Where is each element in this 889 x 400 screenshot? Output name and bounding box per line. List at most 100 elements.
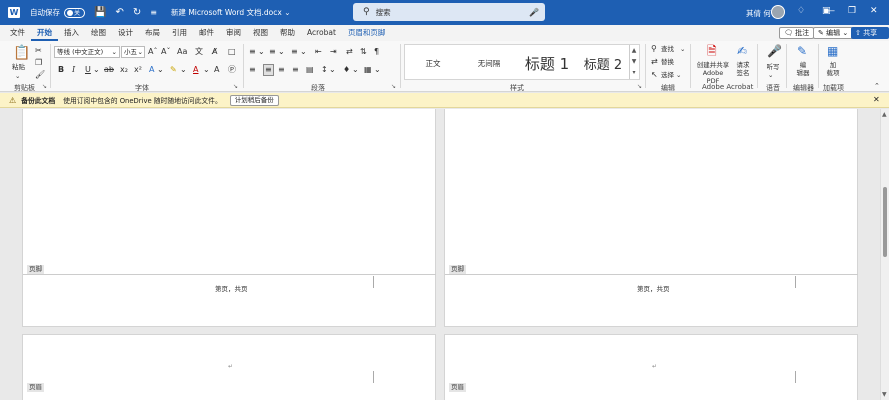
show-marks-icon[interactable]: ¶ [374,47,379,57]
collapse-ribbon-icon[interactable]: ⌃ [874,81,880,91]
chevron-down-icon[interactable]: ⌄ [258,47,265,57]
scroll-up-icon[interactable]: ▲ [882,111,887,118]
paste-dropdown-icon[interactable]: ⌄ [15,72,20,80]
request-signature-line2[interactable]: 签名 [733,69,753,77]
user-name[interactable]: 其倩 何 [746,8,771,19]
page[interactable]: ↵ 页眉 [444,334,858,400]
styles-scroll[interactable]: ▲ ▼ ▾ [629,45,638,79]
search-input[interactable]: 搜索 [376,7,391,18]
chevron-down-icon[interactable]: ⌄ [680,45,685,53]
close-icon[interactable]: ✕ [873,95,880,104]
request-signature-icon[interactable]: ✍ [737,44,747,58]
add-ins-button-line2[interactable]: 载项 [822,69,844,77]
search-box[interactable]: ⚲ 搜索 🎤 [353,3,545,21]
chevron-down-icon[interactable]: ⌄ [352,65,359,75]
decrease-indent-icon[interactable]: ⇤ [315,47,322,57]
page[interactable]: 页脚 第页，共页 [22,109,436,327]
tab-review[interactable]: 审阅 [220,25,247,41]
minimize-button[interactable]: — [826,6,835,16]
clear-formatting-icon[interactable]: A̸ [212,47,217,57]
tab-mailings[interactable]: 邮件 [193,25,220,41]
copy-icon[interactable]: ❐ [35,58,42,68]
chevron-down-icon[interactable]: ⌄ [203,65,210,75]
bullets-icon[interactable]: ≡ [249,47,256,57]
tab-header-footer[interactable]: 页眉和页脚 [342,25,392,41]
scroll-thumb[interactable] [883,187,887,257]
find-button[interactable]: 查找 [661,45,674,53]
character-border-icon[interactable]: □ [228,47,236,57]
superscript-icon[interactable]: x² [134,65,142,75]
editor-button-line2[interactable]: 辑器 [792,69,814,77]
tab-design[interactable]: 设计 [112,25,139,41]
restore-icon[interactable]: ❐ [848,6,856,16]
tab-insert[interactable]: 插入 [58,25,85,41]
create-pdf-icon[interactable]: 🗎 [707,44,717,58]
highlight-icon[interactable]: ✎ [170,65,177,75]
style-no-spacing[interactable]: 无间隔 [461,45,517,81]
editor-button-line1[interactable]: 编 [792,61,814,69]
scroll-down-icon[interactable]: ▼ [882,391,887,398]
tab-acrobat[interactable]: Acrobat [301,25,342,41]
plan-backup-button[interactable]: 计划稍后备份 [229,94,279,106]
add-ins-button-line1[interactable]: 加 [822,61,844,69]
styles-scroll-down-icon[interactable]: ▼ [630,56,638,67]
page-number-field[interactable]: 第页，共页 [215,283,248,293]
microphone-icon[interactable]: 🎤 [529,8,539,17]
save-icon[interactable]: 💾 [94,7,106,18]
chevron-down-icon[interactable]: ⌄ [374,65,381,75]
bold-icon[interactable]: B [58,65,64,75]
font-color-icon[interactable]: A [193,65,198,75]
styles-launcher-icon[interactable]: ↘ [637,83,642,90]
change-case-icon[interactable]: Aa [177,47,187,57]
paragraph-launcher-icon[interactable]: ↘ [391,83,396,90]
chinese-layout-icon[interactable]: ⇄ [346,47,353,57]
tab-file[interactable]: 文件 [4,25,31,41]
styles-more-icon[interactable]: ▾ [630,67,638,78]
chevron-down-icon[interactable]: ⌄ [676,71,681,79]
style-heading-1[interactable]: 标题 1 [517,45,577,81]
tab-layout[interactable]: 布局 [139,25,166,41]
format-painter-icon[interactable]: 🖌 [35,70,45,80]
chevron-down-icon[interactable]: ⌄ [278,47,285,57]
character-shading-icon[interactable]: A [214,65,219,75]
request-signature-line1[interactable]: 请求 [733,61,753,69]
shrink-font-icon[interactable]: Aˇ [161,47,170,57]
select-icon[interactable]: ↖ [651,70,658,80]
italic-icon[interactable]: I [72,65,75,75]
tab-draw[interactable]: 绘图 [85,25,112,41]
chevron-down-icon[interactable]: ⌄ [300,47,307,57]
undo-icon[interactable]: ↶ [115,7,123,18]
vertical-scrollbar[interactable]: ▲ ▼ [880,109,889,400]
align-right-icon[interactable]: ≡ [278,65,285,75]
premium-diamond-icon[interactable]: ♢ [797,6,805,16]
find-icon[interactable]: ⚲ [651,44,657,54]
autosave-toggle[interactable]: 关 [64,7,85,18]
chevron-down-icon[interactable]: ⌄ [768,71,773,79]
text-effects-icon[interactable]: A [149,65,154,75]
styles-scroll-up-icon[interactable]: ▲ [630,45,638,56]
chevron-down-icon[interactable]: ⌄ [157,65,164,75]
grow-font-icon[interactable]: Aˆ [148,47,157,57]
borders-icon[interactable]: ▦ [364,65,372,75]
dictate-icon[interactable]: 🎤 [767,44,782,58]
document-canvas[interactable]: 页脚 第页，共页 页脚 第页，共页 ↵ 页眉 ​ ↵ 页眉 [0,109,880,400]
share-button[interactable]: ⇧ 共享 ⌄ [851,27,889,49]
cut-icon[interactable]: ✂ [35,46,42,56]
tab-view[interactable]: 视图 [247,25,274,41]
chevron-down-icon[interactable]: ⌄ [180,65,187,75]
select-button[interactable]: 选择 [661,71,674,79]
redo-icon[interactable]: ↻ [133,7,141,18]
page[interactable]: ↵ 页眉 ​ [22,334,436,400]
replace-button[interactable]: 替换 [661,58,674,66]
dictate-button[interactable]: 听写 [764,63,782,71]
editor-icon[interactable]: ✎ [797,44,807,58]
replace-icon[interactable]: ⇄ [651,57,658,67]
chevron-down-icon[interactable]: ⌄ [329,65,336,75]
underline-icon[interactable]: U [85,65,91,75]
subscript-icon[interactable]: x₂ [120,65,128,75]
clipboard-launcher-icon[interactable]: ↘ [42,83,47,90]
line-spacing-icon[interactable]: ↕ [321,65,328,75]
numbering-icon[interactable]: ≡ [269,47,276,57]
phonetic-guide-icon[interactable]: 文 [195,47,203,57]
close-icon[interactable]: ✕ [870,6,878,16]
